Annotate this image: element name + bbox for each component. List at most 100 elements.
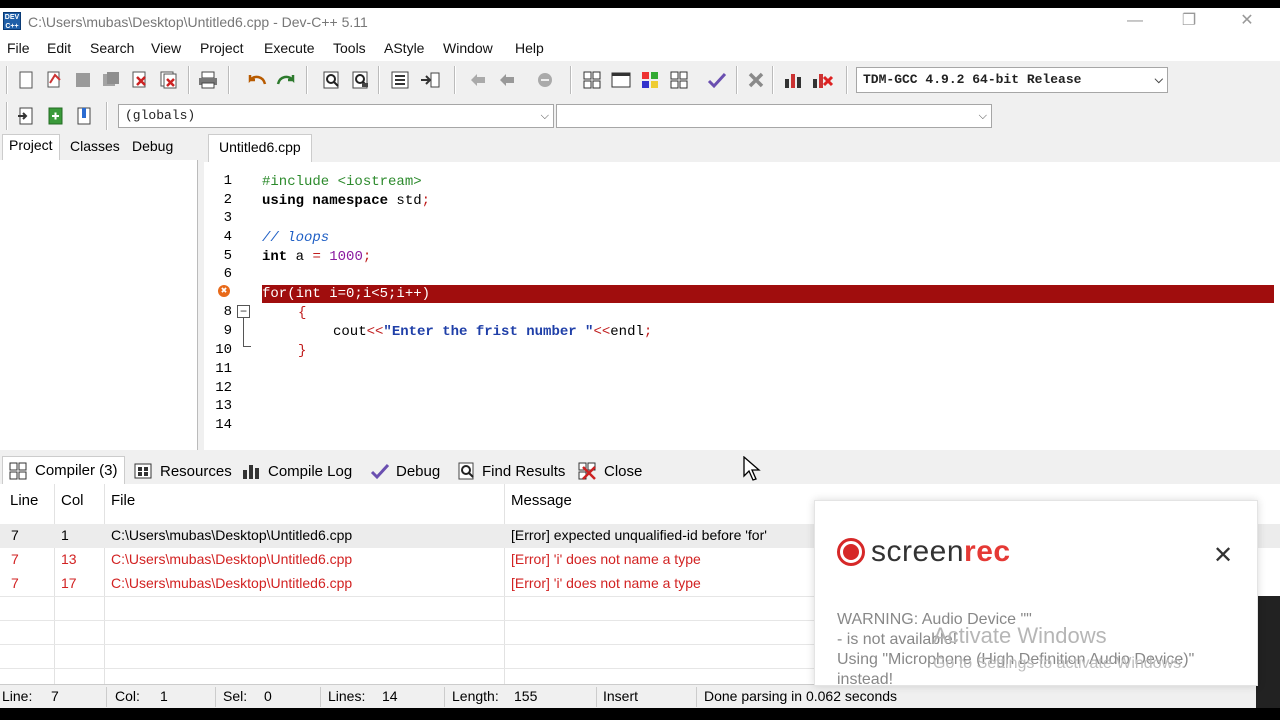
code-line-5: int a = 1000;	[262, 248, 371, 266]
fold-line	[243, 346, 251, 347]
menu-tools[interactable]: Tools	[333, 40, 366, 56]
cell-col: 17	[61, 575, 77, 591]
status-separator	[215, 687, 216, 707]
cell-col: 1	[61, 527, 69, 543]
undo-button[interactable]	[245, 68, 269, 92]
menu-window[interactable]: Window	[443, 40, 493, 56]
code-token: a	[287, 249, 313, 265]
panel-tabs: Project Classes Debug	[0, 134, 200, 160]
tab-resources[interactable]: Resources	[128, 458, 238, 484]
function-select[interactable]: ⌵	[556, 104, 992, 128]
close-window-button[interactable]: ✕	[1224, 8, 1270, 36]
add-to-project-button[interactable]	[466, 68, 490, 92]
redo-button[interactable]	[274, 68, 298, 92]
status-message: Done parsing in 0.062 seconds	[704, 688, 898, 704]
menu-astyle[interactable]: AStyle	[384, 40, 424, 56]
code-token: ;	[362, 249, 372, 265]
tab-debug[interactable]: Debug	[126, 136, 179, 160]
tab-classes[interactable]: Classes	[64, 136, 126, 160]
rebuild-all-button[interactable]	[667, 68, 691, 92]
status-separator	[106, 687, 107, 707]
error-marker-icon[interactable]: ✖	[218, 285, 230, 297]
tab-compile-log[interactable]: Compile Log	[236, 458, 358, 484]
chevron-down-icon: ⌵	[978, 109, 987, 122]
menu-search[interactable]: Search	[90, 40, 134, 56]
code-token: <<	[366, 324, 384, 340]
goto-line-button[interactable]	[418, 68, 442, 92]
run-button[interactable]	[609, 68, 633, 92]
taskbar-edge	[1256, 596, 1280, 708]
fold-toggle-icon[interactable]: −	[237, 305, 250, 318]
maximize-button[interactable]: ❐	[1166, 8, 1212, 36]
code-editor[interactable]: 1 2 3 4 5 6 ✖ 8 9 10 11 12 13 14 − #incl…	[204, 162, 1280, 450]
save-all-button[interactable]	[99, 68, 123, 92]
menu-view[interactable]: View	[151, 40, 181, 56]
menu-bar: File Edit Search View Project Execute To…	[0, 36, 1280, 61]
toolbar-separator	[378, 66, 380, 94]
save-button[interactable]	[71, 68, 95, 92]
tab-find-results[interactable]: Find Results	[452, 458, 571, 484]
screenrec-notification: screen rec ✕ WARNING: Audio Device "" - i…	[814, 500, 1258, 688]
new-file-button[interactable]	[14, 68, 38, 92]
status-lines-value: 14	[382, 688, 398, 704]
code-token: using namespace	[262, 193, 397, 209]
stop-execution-button[interactable]	[744, 68, 768, 92]
code-line-1: #include <iostream>	[262, 174, 422, 190]
indent-button[interactable]	[388, 68, 412, 92]
project-tree[interactable]	[0, 160, 198, 450]
tab-project[interactable]: Project	[2, 134, 60, 160]
close-all-button[interactable]	[157, 68, 181, 92]
line-number: 12	[215, 380, 232, 396]
tab-close[interactable]: Close	[572, 458, 648, 484]
status-separator	[320, 687, 321, 707]
status-col-value: 1	[160, 688, 168, 704]
goto-bookmark-button[interactable]	[72, 104, 96, 128]
column-header-col[interactable]: Col	[61, 492, 84, 509]
new-file-icon	[19, 71, 33, 89]
tab-untitled6[interactable]: Untitled6.cpp	[208, 134, 312, 162]
line-number: 14	[215, 417, 232, 433]
remove-from-project-button[interactable]	[495, 68, 519, 92]
find-button[interactable]	[320, 68, 344, 92]
tab-compiler[interactable]: Compiler (3)	[2, 456, 125, 484]
open-file-button[interactable]	[42, 68, 66, 92]
delete-profile-button[interactable]	[811, 68, 835, 92]
cell-message: [Error] expected unqualified-id before '…	[511, 527, 767, 543]
notification-close-button[interactable]: ✕	[1213, 541, 1233, 570]
compile-icon	[583, 71, 601, 89]
output-tabs: Compiler (3) Resources Compile Log Debug…	[0, 456, 1280, 484]
menu-execute[interactable]: Execute	[264, 40, 315, 56]
tab-debug-output[interactable]: Debug	[364, 458, 446, 484]
close-file-button[interactable]	[128, 68, 152, 92]
menu-help[interactable]: Help	[515, 40, 544, 56]
toggle-bookmark-button[interactable]	[43, 104, 67, 128]
column-header-line[interactable]: Line	[10, 492, 38, 509]
syntax-check-button[interactable]	[705, 68, 729, 92]
line-number: 5	[223, 248, 232, 264]
replace-button[interactable]	[349, 68, 373, 92]
code-token: =	[312, 249, 321, 265]
compile-button[interactable]	[580, 68, 604, 92]
project-options-button[interactable]	[533, 68, 557, 92]
toolbar-separator	[736, 66, 738, 94]
toolbar-separator	[6, 102, 8, 130]
cell-line: 7	[11, 551, 19, 567]
menu-file[interactable]: File	[7, 40, 30, 56]
compiler-select[interactable]: TDM-GCC 4.9.2 64-bit Release ⌵	[856, 67, 1168, 93]
print-button[interactable]	[196, 68, 220, 92]
profile-button[interactable]	[782, 68, 806, 92]
code-token: <<	[593, 324, 611, 340]
minimize-button[interactable]: —	[1112, 8, 1158, 36]
menu-edit[interactable]: Edit	[47, 40, 71, 56]
window-title: C:\Users\mubas\Desktop\Untitled6.cpp - D…	[28, 14, 368, 30]
scope-select[interactable]: (globals) ⌵	[118, 104, 554, 128]
menu-project[interactable]: Project	[200, 40, 244, 56]
status-sel-label: Sel:	[223, 688, 248, 704]
column-header-file[interactable]: File	[111, 492, 135, 509]
compile-run-button[interactable]	[638, 68, 662, 92]
column-header-message[interactable]: Message	[511, 492, 572, 509]
status-line-value: 7	[51, 688, 59, 704]
undo-icon	[248, 75, 267, 85]
line-number: 10	[215, 342, 232, 358]
insert-button[interactable]	[14, 104, 38, 128]
